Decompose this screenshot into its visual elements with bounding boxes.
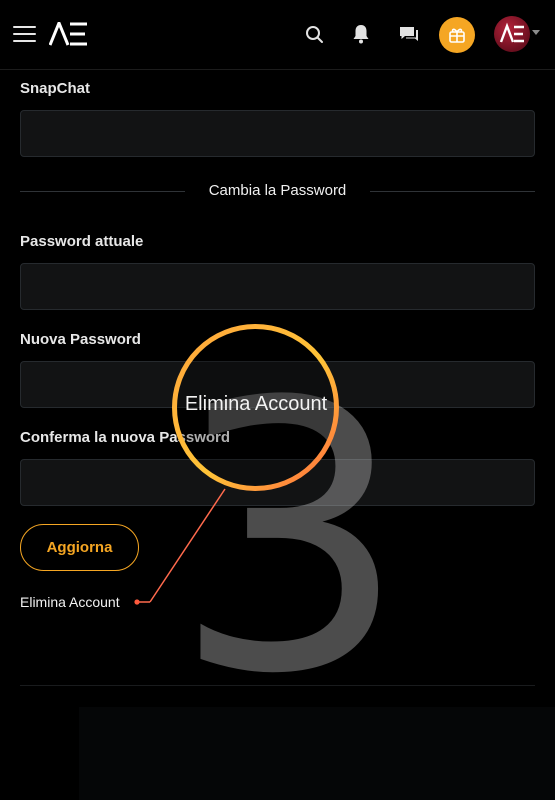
avatar[interactable] <box>494 16 530 52</box>
section-divider-left <box>20 191 185 192</box>
step-number: 3 <box>172 325 408 755</box>
password-section-title: Cambia la Password <box>208 182 347 199</box>
update-button[interactable]: Aggiorna <box>20 524 139 571</box>
current-password-field[interactable] <box>20 263 535 310</box>
confirm-password-field[interactable] <box>20 459 535 506</box>
gift-icon <box>449 28 465 43</box>
search-icon[interactable] <box>303 22 327 46</box>
app-logo[interactable] <box>49 22 89 46</box>
current-password-label: Password attuale <box>20 233 144 250</box>
snapchat-label: SnapChat <box>20 80 91 97</box>
menu-icon[interactable] <box>13 25 36 43</box>
new-password-label: Nuova Password <box>20 331 141 348</box>
gift-button[interactable] <box>439 17 475 53</box>
delete-account-link[interactable]: Elimina Account <box>20 594 120 610</box>
chevron-down-icon[interactable] <box>532 30 540 35</box>
top-navigation-bar <box>0 0 555 70</box>
confirm-password-label: Conferma la nuova Password <box>20 429 231 446</box>
snapchat-field[interactable] <box>20 110 535 157</box>
section-divider-right <box>370 191 535 192</box>
bell-icon[interactable] <box>349 22 373 46</box>
chat-icon[interactable] <box>397 22 421 46</box>
new-password-field[interactable] <box>20 361 535 408</box>
footer-divider <box>20 685 535 686</box>
footer-panel <box>79 707 555 800</box>
